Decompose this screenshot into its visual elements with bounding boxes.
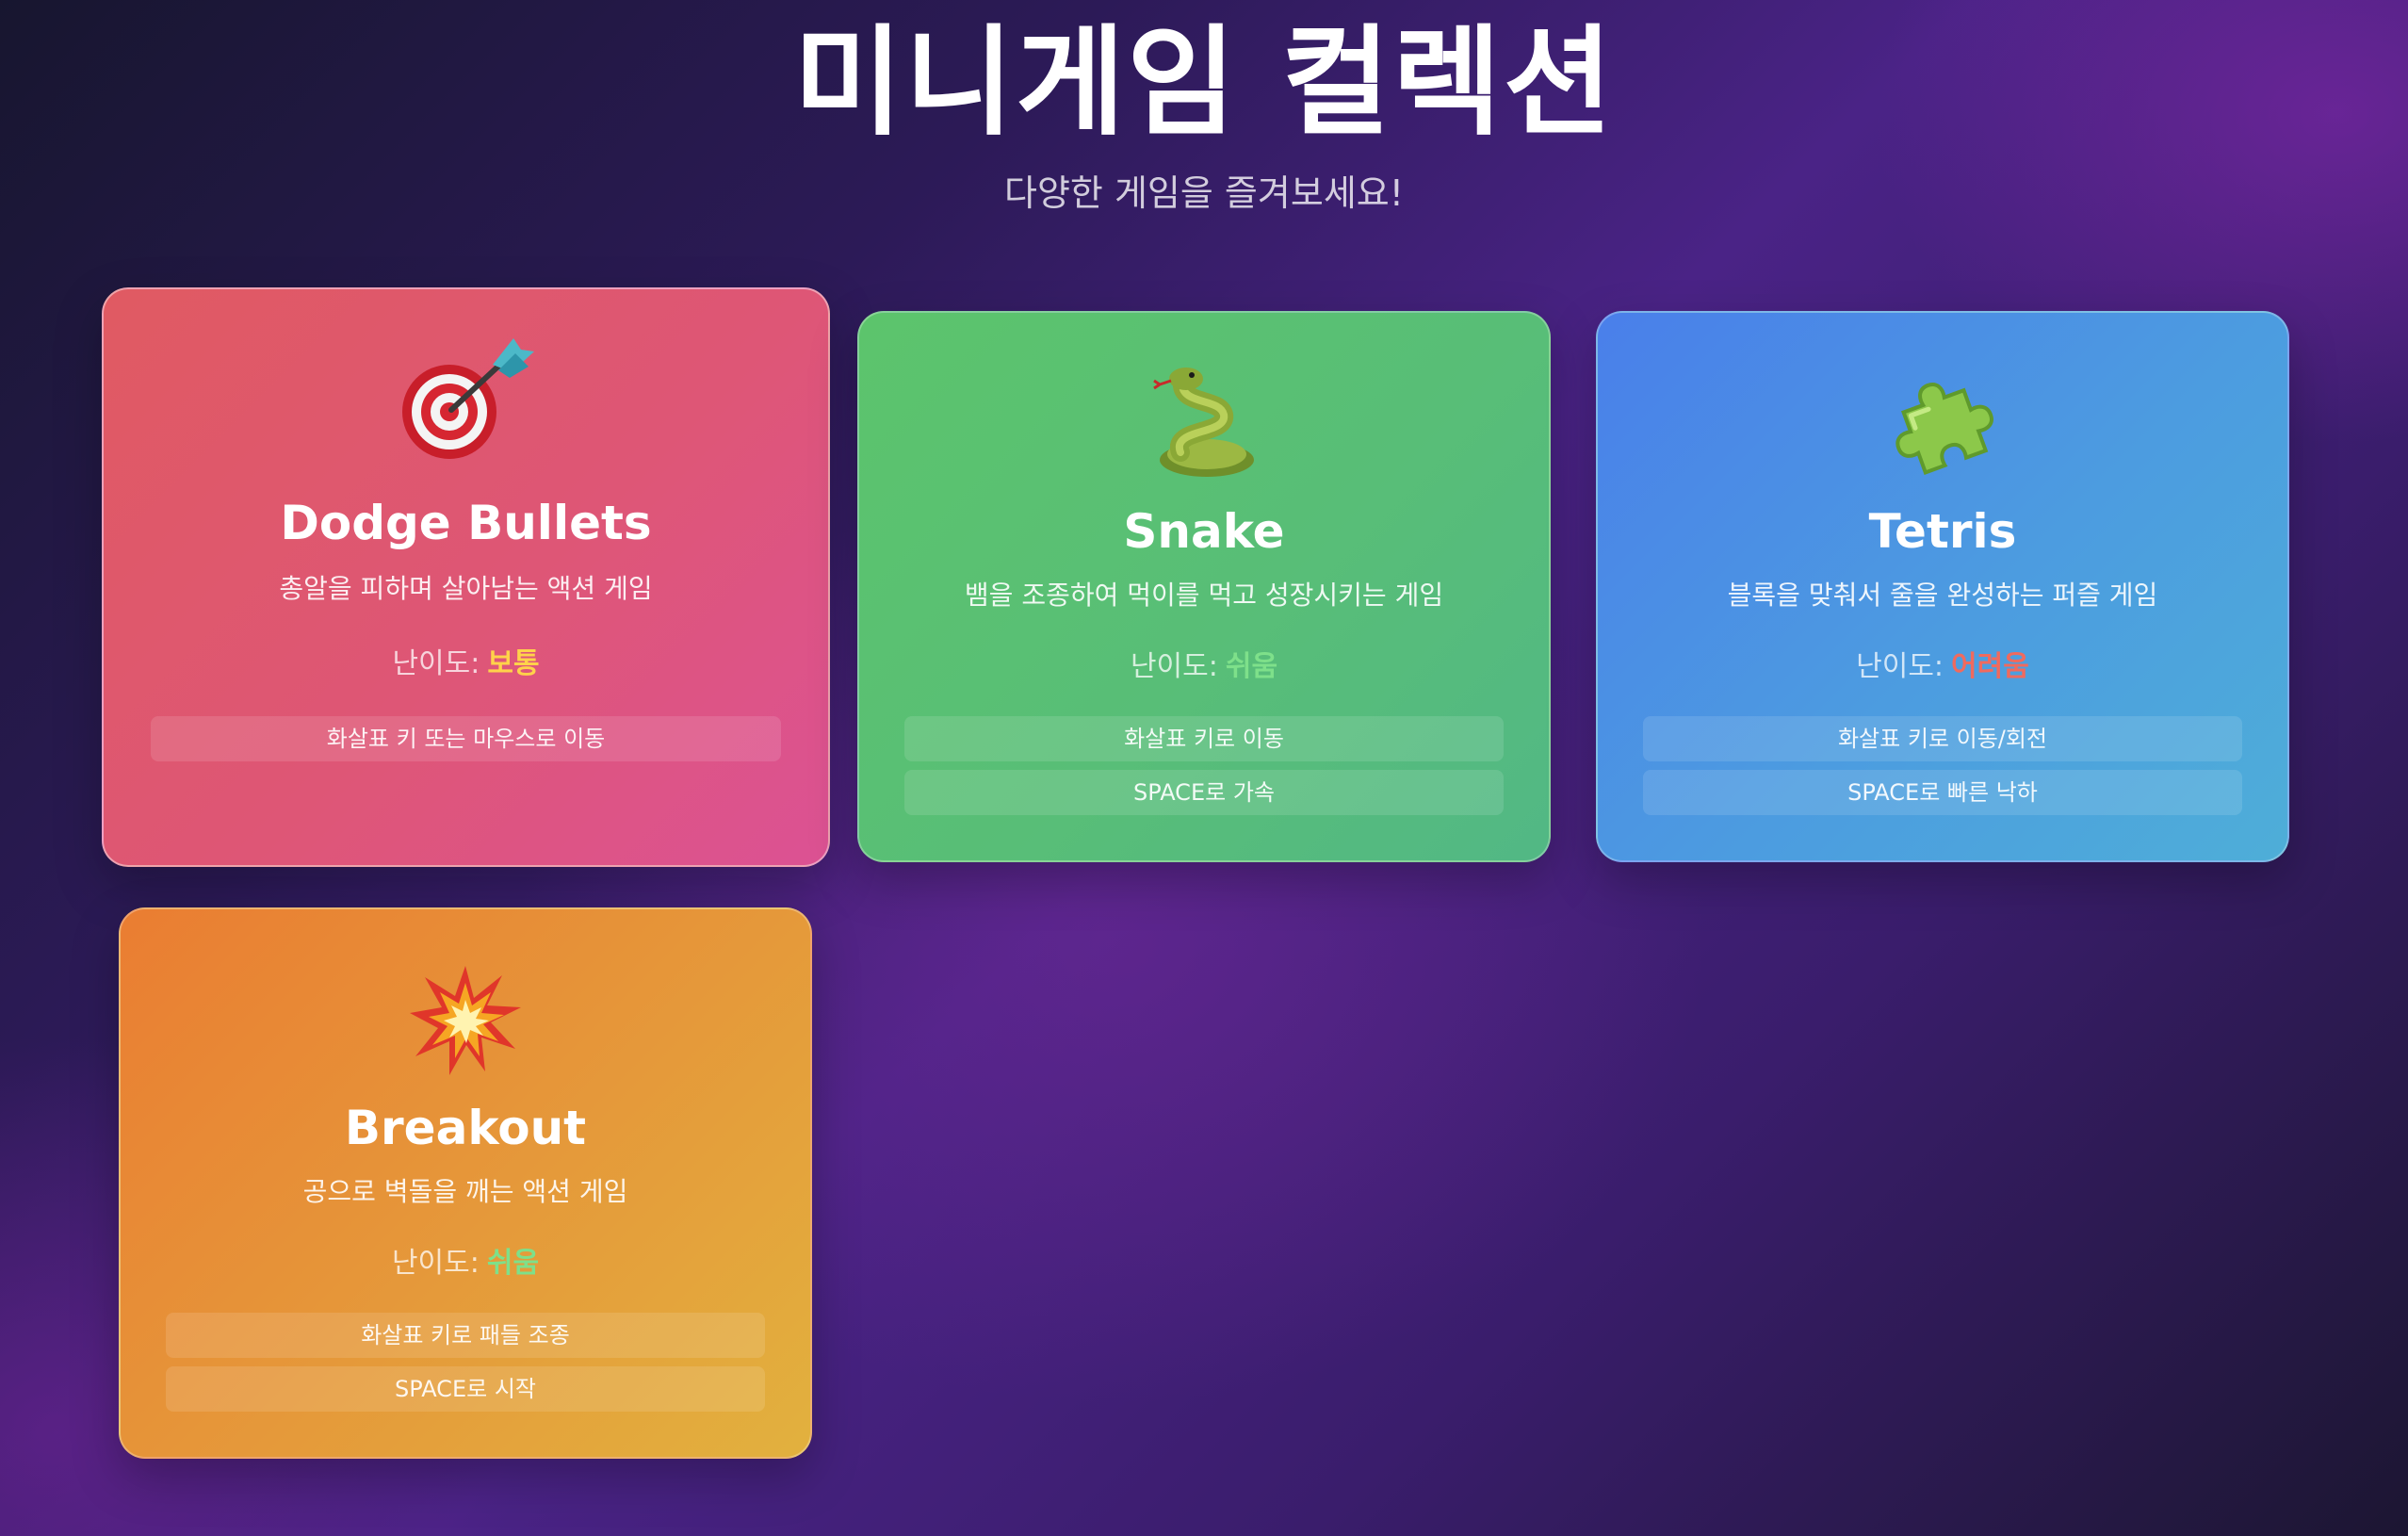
control-hint: SPACE로 빠른 낙하 (1643, 770, 2242, 815)
control-hint: 화살표 키로 이동 (904, 716, 1504, 761)
dart-target-icon (104, 329, 828, 470)
difficulty-label: 난이도: (391, 1247, 480, 1280)
game-title: Tetris (1868, 504, 2017, 559)
control-hint: 화살표 키 또는 마우스로 이동 (151, 716, 781, 761)
game-card-dodge-bullets[interactable]: Dodge Bullets 총알을 피하며 살아남는 액션 게임 난이도: 보통 … (102, 287, 830, 867)
difficulty-row: 난이도: 어려움 (1598, 648, 2287, 686)
snake-icon (859, 352, 1549, 494)
page-subtitle: 다양한 게임을 즐겨보세요! (1004, 172, 1404, 214)
game-description: 뱀을 조종하여 먹이를 먹고 성장시키는 게임 (964, 580, 1444, 611)
difficulty-value: 어려움 (1951, 650, 2029, 683)
game-title: Snake (1123, 504, 1285, 559)
game-card-tetris[interactable]: Tetris 블록을 맞춰서 줄을 완성하는 퍼즐 게임 난이도: 어려움 화살표… (1596, 311, 2289, 862)
difficulty-row: 난이도: 쉬움 (859, 648, 1549, 686)
puzzle-piece-icon (1598, 352, 2287, 494)
difficulty-row: 난이도: 쉬움 (121, 1245, 810, 1283)
difficulty-label: 난이도: (1856, 650, 1944, 683)
difficulty-value: 쉬움 (486, 1247, 540, 1280)
control-hint: 화살표 키로 이동/회전 (1643, 716, 2242, 761)
game-title: Breakout (344, 1101, 587, 1155)
game-card-breakout[interactable]: Breakout 공으로 벽돌을 깨는 액션 게임 난이도: 쉬움 화살표 키로 … (119, 907, 812, 1459)
game-description: 블록을 맞춰서 줄을 완성하는 퍼즐 게임 (1727, 580, 2158, 611)
game-title: Dodge Bullets (280, 496, 652, 550)
game-description: 공으로 벽돌을 깨는 액션 게임 (302, 1176, 628, 1207)
difficulty-row: 난이도: 보통 (104, 645, 828, 683)
difficulty-label: 난이도: (1130, 650, 1218, 683)
control-hint: SPACE로 시작 (166, 1366, 765, 1412)
control-hint: SPACE로 가속 (904, 770, 1504, 815)
difficulty-value: 쉬움 (1225, 650, 1278, 683)
difficulty-label: 난이도: (392, 647, 480, 680)
control-hint: 화살표 키로 패들 조종 (166, 1313, 765, 1358)
explosion-icon (121, 949, 810, 1090)
game-card-snake[interactable]: Snake 뱀을 조종하여 먹이를 먹고 성장시키는 게임 난이도: 쉬움 화살표… (857, 311, 1551, 862)
page-title: 미니게임 컬렉션 (793, 13, 1615, 152)
game-description: 총알을 피하며 살아남는 액션 게임 (279, 573, 653, 604)
difficulty-value: 보통 (487, 647, 540, 680)
